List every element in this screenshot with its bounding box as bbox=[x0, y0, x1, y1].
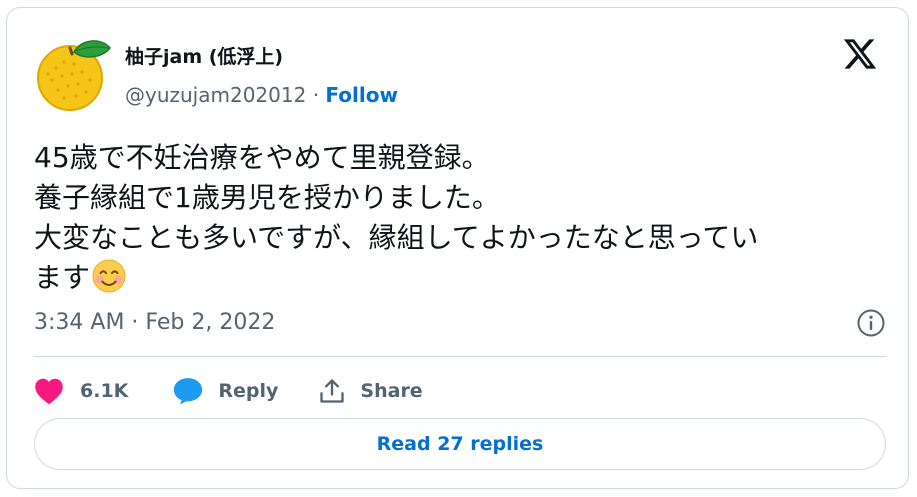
follow-button[interactable]: Follow bbox=[325, 83, 398, 107]
tweet-line-4-wrapper: ます bbox=[34, 258, 884, 298]
user-handle[interactable]: @yuzujam202012 bbox=[125, 83, 306, 107]
tweet-line-1: 45歳で不妊治療をやめて里親登録。 bbox=[34, 141, 490, 174]
heart-icon bbox=[35, 378, 63, 405]
share-label: Share bbox=[360, 380, 423, 402]
yuzu-fruit-icon bbox=[37, 40, 111, 111]
x-logo-icon[interactable] bbox=[842, 36, 878, 72]
action-bar: 6.1K Reply Share bbox=[34, 371, 423, 411]
tweet-line-2: 養子縁組で1歳男児を授かりました。 bbox=[34, 181, 500, 214]
handle-row: @yuzujam202012 · Follow bbox=[125, 82, 398, 108]
divider bbox=[34, 356, 886, 357]
timestamp[interactable]: 3:34 AM · Feb 2, 2022 bbox=[34, 310, 275, 335]
tweet-line-3: 大変なことも多いですが、縁組してよかったなと思ってい bbox=[34, 221, 759, 254]
share-upload-icon bbox=[320, 379, 345, 403]
tweet-line-4: ます bbox=[34, 261, 91, 294]
share-button[interactable]: Share bbox=[318, 377, 423, 405]
reply-label: Reply bbox=[218, 380, 279, 402]
reply-button[interactable]: Reply bbox=[172, 376, 278, 406]
read-replies-button[interactable]: Read 27 replies bbox=[34, 418, 886, 470]
display-name[interactable]: 柚子jam (低浮上) bbox=[125, 44, 398, 70]
tweet-text: 45歳で不妊治療をやめて里親登録。 養子縁組で1歳男児を授かりました。 大変なこ… bbox=[34, 138, 884, 298]
meta-row: 3:34 AM · Feb 2, 2022 bbox=[34, 308, 886, 338]
tweet-card: 柚子jam (低浮上) @yuzujam202012 · Follow 45歳で… bbox=[6, 7, 909, 489]
smiling-face-emoji-icon bbox=[92, 259, 126, 293]
avatar[interactable] bbox=[34, 34, 112, 112]
info-icon[interactable] bbox=[856, 308, 886, 338]
like-button[interactable]: 6.1K bbox=[34, 377, 128, 405]
like-count: 6.1K bbox=[80, 380, 129, 402]
speech-bubble-icon bbox=[174, 378, 203, 405]
read-replies-label: Read 27 replies bbox=[376, 433, 544, 455]
separator-dot: · bbox=[312, 83, 320, 107]
author-block: 柚子jam (低浮上) @yuzujam202012 · Follow bbox=[125, 44, 398, 108]
